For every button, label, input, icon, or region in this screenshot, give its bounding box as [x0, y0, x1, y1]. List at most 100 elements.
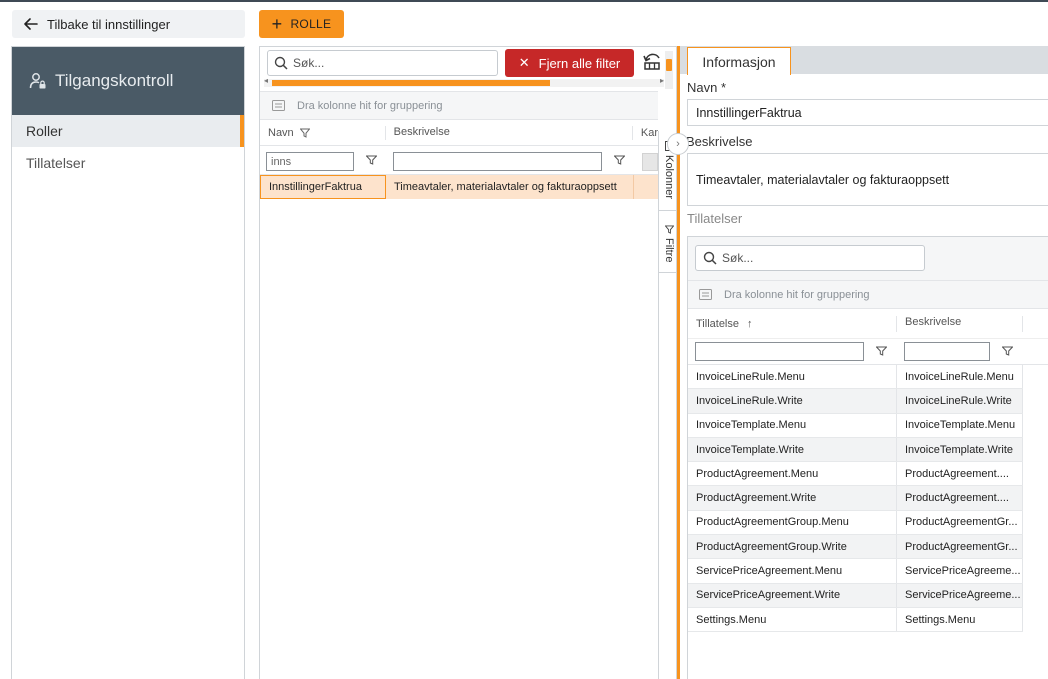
column-header-label: Kar: [640, 126, 658, 139]
cell-beskrivelse: ServicePriceAgreeme...: [897, 583, 1023, 607]
group-by-hint: Dra kolonne hit for gruppering: [724, 288, 870, 301]
add-role-label: ROLLE: [290, 17, 332, 31]
close-icon: ✕: [518, 55, 530, 70]
permissions-group-by-bar[interactable]: Dra kolonne hit for gruppering: [688, 281, 1048, 309]
sidebar-item-label: Tillatelser: [26, 155, 86, 171]
grid-toolbar: Søk... ✕ Fjern alle filter ◂ ▸: [260, 47, 673, 89]
cell-tillatelse: ServicePriceAgreement.Write: [688, 583, 897, 607]
filter-icon: [664, 225, 674, 234]
clear-all-filters-label: Fjern alle filter: [538, 55, 621, 71]
cell-navn: InnstillingerFaktrua: [260, 175, 386, 199]
column-header-tillatelse[interactable]: Tillatelse ↑: [688, 315, 897, 332]
user-lock-icon: [29, 73, 46, 89]
table-row[interactable]: InvoiceTemplate.Menu InvoiceTemplate.Menu: [688, 413, 1023, 438]
reset-layout-icon[interactable]: [642, 52, 662, 72]
sidebar-item-tillatelser[interactable]: Tillatelser: [12, 147, 244, 179]
table-row[interactable]: InnstillingerFaktrua Timeavtaler, materi…: [260, 175, 658, 199]
cell-tillatelse: InvoiceLineRule.Menu: [688, 365, 897, 389]
toolbar-horizontal-scrollbar[interactable]: ◂ ▸: [264, 76, 664, 87]
table-row[interactable]: InvoiceLineRule.Menu InvoiceLineRule.Menu: [688, 365, 1023, 390]
beskrivelse-filter-input[interactable]: [393, 152, 602, 171]
filter-icon[interactable]: [366, 155, 377, 165]
back-to-settings-label: Tilbake til innstillinger: [47, 16, 171, 32]
cell-beskrivelse: InvoiceLineRule.Write: [897, 389, 1023, 413]
cell-beskrivelse: ServicePriceAgreeme...: [897, 559, 1023, 583]
sort-ascending-icon: ↑: [747, 317, 753, 330]
toolbar-scrollbar[interactable]: [665, 51, 673, 89]
cell-tillatelse: InvoiceTemplate.Menu: [688, 413, 897, 437]
table-row[interactable]: ProductAgreement.Menu ProductAgreement...…: [688, 462, 1023, 487]
permissions-rows: InvoiceLineRule.Menu InvoiceLineRule.Menu…: [688, 365, 1023, 633]
sidebar-item-roller[interactable]: Roller: [12, 115, 244, 147]
kar-filter-input[interactable]: [642, 153, 658, 171]
cell-beskrivelse: InvoiceLineRule.Menu: [897, 365, 1023, 389]
column-header-label: Tillatelse: [696, 317, 739, 330]
filter-icon[interactable]: [614, 155, 625, 165]
column-header-kar[interactable]: Kar: [633, 127, 658, 139]
permissions-grid: Søk... Dra kolonne hit for gruppering Ti…: [687, 236, 1048, 679]
table-row[interactable]: ServicePriceAgreement.Menu ServicePriceAg…: [688, 559, 1023, 584]
tab-informasjon[interactable]: Informasjon: [687, 47, 791, 75]
search-icon: [274, 56, 288, 70]
chevron-right-icon[interactable]: ›: [667, 133, 689, 155]
column-header-label: Beskrivelse: [393, 125, 450, 138]
table-row[interactable]: InvoiceLineRule.Write InvoiceLineRule.Wri…: [688, 389, 1023, 414]
filter-icon[interactable]: [299, 128, 310, 138]
grid-side-tabs: Kolonner Filtre: [658, 131, 676, 679]
permissions-toolbar: Søk...: [688, 237, 1048, 281]
name-field[interactable]: InnstillingerFaktrua: [687, 99, 1048, 126]
group-by-bar[interactable]: Dra kolonne hit for gruppering: [260, 91, 658, 120]
column-header-label: Beskrivelse: [905, 315, 962, 328]
sidebar-header: Tilgangskontroll: [12, 47, 244, 115]
add-role-button[interactable]: + ROLLE: [259, 10, 344, 38]
cell-tillatelse: ProductAgreementGroup.Write: [688, 535, 897, 559]
cell-tillatelse: InvoiceTemplate.Write: [688, 437, 897, 462]
back-to-settings-button[interactable]: Tilbake til innstillinger: [12, 10, 245, 38]
permissions-search-input[interactable]: Søk...: [695, 245, 925, 271]
perm-beskrivelse-filter-input[interactable]: [904, 342, 990, 361]
plus-icon: +: [271, 14, 283, 34]
cell-beskrivelse: InvoiceTemplate.Write: [897, 437, 1023, 462]
cell-beskrivelse: ProductAgreement....: [897, 462, 1023, 486]
column-header-beskrivelse[interactable]: Beskrivelse: [897, 315, 1023, 332]
cell-beskrivelse: ProductAgreementGr...: [897, 535, 1023, 559]
filter-icon[interactable]: [876, 346, 887, 356]
permissions-filter-row: [688, 339, 1048, 365]
group-by-hint: Dra kolonne hit for gruppering: [297, 99, 443, 112]
table-row[interactable]: ProductAgreement.Write ProductAgreement..…: [688, 486, 1023, 511]
cell-tillatelse: Settings.Menu: [688, 607, 897, 632]
permissions-label: Tillatelser: [687, 211, 743, 226]
filters-tab[interactable]: Filtre: [659, 215, 676, 273]
table-row[interactable]: ProductAgreementGroup.Menu ProductAgreeme…: [688, 510, 1023, 536]
roles-grid: Søk... ✕ Fjern alle filter ◂ ▸ Dra kolonn…: [259, 46, 677, 679]
columns-tab-label: Kolonner: [663, 155, 675, 200]
table-row[interactable]: ServicePriceAgreement.Write ServicePriceA…: [688, 583, 1023, 608]
description-label: Beskrivelse: [686, 134, 753, 149]
column-header-beskrivelse[interactable]: Beskrivelse: [386, 125, 633, 140]
description-field-value: Timeavtaler, materialavtaler og fakturao…: [696, 172, 950, 187]
column-header-navn[interactable]: Navn: [260, 125, 386, 140]
roles-search-input[interactable]: Søk...: [267, 50, 498, 76]
cell-beskrivelse: InvoiceTemplate.Menu: [897, 413, 1023, 437]
table-row[interactable]: Settings.Menu Settings.Menu: [688, 607, 1023, 633]
grid-column-header: Navn Beskrivelse Kar: [260, 120, 658, 146]
table-row[interactable]: ProductAgreementGroup.Write ProductAgreem…: [688, 535, 1023, 560]
cell-tillatelse: InvoiceLineRule.Write: [688, 389, 897, 413]
cell-beskrivelse: Timeavtaler, materialavtaler og fakturao…: [386, 175, 634, 199]
top-border: [0, 0, 1048, 2]
group-panel-icon: [699, 289, 712, 300]
tillatelse-filter-input[interactable]: [695, 342, 864, 361]
navn-filter-value: inns: [271, 155, 292, 168]
description-field[interactable]: Timeavtaler, materialavtaler og fakturao…: [687, 153, 1048, 206]
roles-search-placeholder: Søk...: [293, 56, 325, 70]
navn-filter-input[interactable]: inns: [266, 152, 354, 171]
clear-all-filters-button[interactable]: ✕ Fjern alle filter: [505, 49, 634, 77]
sidebar-item-label: Roller: [26, 123, 63, 139]
cell-tillatelse: ServicePriceAgreement.Menu: [688, 559, 897, 583]
permissions-column-header: Tillatelse ↑ Beskrivelse: [688, 309, 1048, 339]
cell-beskrivelse: ProductAgreementGr...: [897, 510, 1023, 535]
sidebar: Tilgangskontroll Roller Tillatelser: [11, 46, 245, 679]
tab-label: Informasjon: [702, 53, 776, 70]
table-row[interactable]: InvoiceTemplate.Write InvoiceTemplate.Wri…: [688, 437, 1023, 463]
filter-icon[interactable]: [1002, 346, 1013, 356]
